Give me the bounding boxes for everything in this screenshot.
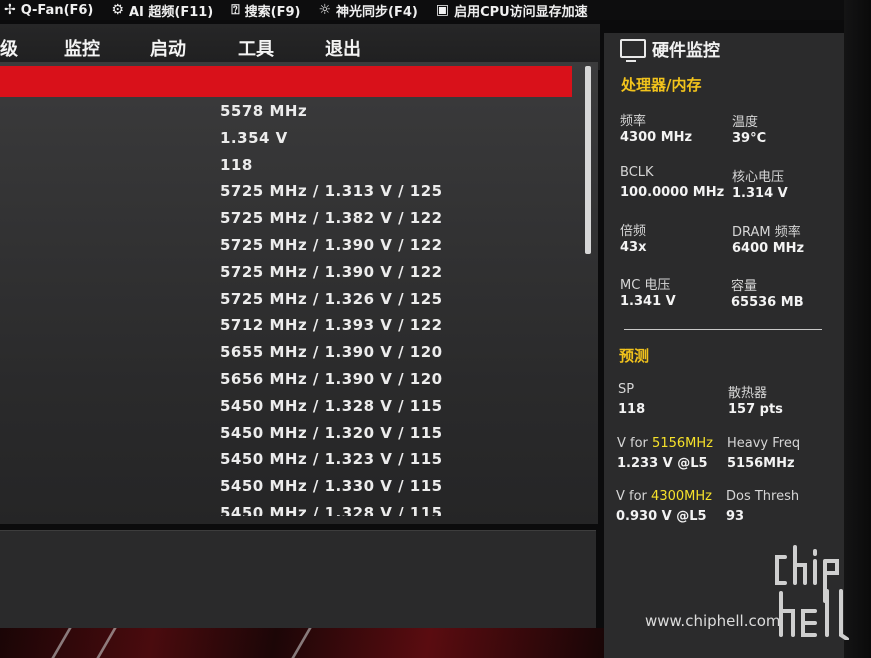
main-content-panel: 5578 MHz 1.354 V 118 5725 MHz / 1.313 V … bbox=[0, 62, 598, 524]
fan-icon: ✢ bbox=[4, 2, 16, 18]
search-label: 搜索(F9) bbox=[244, 4, 301, 20]
prediction-heading: 预测 bbox=[619, 347, 650, 365]
core-voltage-label: 核心电压 bbox=[732, 170, 785, 185]
v-for-heavy-prefix: V for bbox=[617, 436, 653, 451]
resizable-bar-button[interactable]: ▣ 启用CPU访问显存加速 bbox=[436, 1, 588, 20]
value-row: 1.354 V bbox=[220, 128, 288, 147]
ai-overclock-button[interactable]: ⚙ AI 超频(F11) bbox=[111, 1, 213, 20]
menu-tab-advanced[interactable]: 级 bbox=[0, 35, 18, 61]
value-row: 5656 MHz / 1.390 V / 120 bbox=[220, 369, 443, 388]
value-row: 118 bbox=[220, 155, 253, 174]
menu-tab-exit[interactable]: 退出 bbox=[325, 35, 361, 61]
menu-tab-monitor[interactable]: 监控 bbox=[64, 35, 100, 61]
search-button[interactable]: ⍰ 搜索(F9) bbox=[231, 1, 300, 20]
dram-frequency-value: 6400 MHz bbox=[732, 241, 805, 256]
frequency-value: 4300 MHz bbox=[620, 130, 693, 145]
value-row: 5578 MHz bbox=[220, 102, 308, 120]
memory-icon: ▣ bbox=[435, 2, 450, 18]
menu-tab-tool[interactable]: 工具 bbox=[238, 35, 274, 61]
bclk-label: BCLK bbox=[620, 165, 654, 180]
monitor-icon bbox=[620, 39, 646, 62]
sp-label: SP bbox=[618, 382, 635, 397]
value-row: 5450 MHz / 1.328 V / 115 bbox=[220, 503, 443, 516]
v-for-dos-prefix: V for bbox=[616, 489, 652, 504]
v-for-heavy-freq: 5156MHz bbox=[652, 436, 713, 451]
sp-value: 118 bbox=[618, 402, 646, 417]
value-row: 5450 MHz / 1.323 V / 115 bbox=[220, 450, 443, 469]
hardware-monitor-label: 硬件监控 bbox=[652, 41, 720, 61]
temperature-label: 温度 bbox=[732, 115, 759, 130]
ratio-value: 43x bbox=[620, 240, 647, 255]
v-for-dos-label: V for 4300MHz bbox=[616, 489, 712, 504]
value-row: 5725 MHz / 1.390 V / 122 bbox=[220, 262, 443, 281]
mc-voltage-label: MC 电压 bbox=[620, 278, 671, 293]
help-panel bbox=[0, 530, 596, 629]
cooler-label: 散热器 bbox=[728, 386, 768, 401]
chiphell-logo bbox=[775, 545, 849, 640]
cooler-value: 157 pts bbox=[728, 402, 783, 417]
mc-voltage-value: 1.341 V bbox=[620, 294, 676, 309]
dram-frequency-label: DRAM 频率 bbox=[732, 225, 801, 240]
site-watermark: www.chiphell.com bbox=[645, 612, 781, 630]
qfan-button[interactable]: ✢ Q-Fan(F6) bbox=[4, 2, 93, 18]
scrollbar[interactable] bbox=[585, 66, 591, 254]
v-for-dos-value: 0.930 V @L5 bbox=[616, 509, 707, 524]
cpu-memory-heading: 处理器/内存 bbox=[621, 76, 702, 94]
value-row: 5712 MHz / 1.393 V / 122 bbox=[220, 316, 443, 335]
selected-row[interactable] bbox=[0, 66, 572, 97]
core-voltage-value: 1.314 V bbox=[732, 186, 788, 201]
dos-thresh-label: Dos Thresh bbox=[726, 489, 800, 504]
temperature-value: 39°C bbox=[732, 131, 767, 146]
section-divider bbox=[624, 329, 822, 330]
value-list: 5578 MHz 1.354 V 118 5725 MHz / 1.313 V … bbox=[220, 102, 443, 516]
value-row: 5655 MHz / 1.390 V / 120 bbox=[220, 343, 443, 362]
v-for-dos-freq: 4300MHz bbox=[651, 489, 712, 504]
value-row: 5725 MHz / 1.326 V / 125 bbox=[220, 289, 443, 308]
capacity-label: 容量 bbox=[731, 279, 758, 294]
aura-sync-label: 神光同步(F4) bbox=[336, 4, 418, 20]
search-icon: ⍰ bbox=[231, 2, 240, 18]
value-row: 5725 MHz / 1.390 V / 122 bbox=[220, 235, 443, 254]
heavy-freq-value: 5156MHz bbox=[727, 456, 795, 471]
top-toolbar: ✢ Q-Fan(F6) ⚙ AI 超频(F11) ⍰ 搜索(F9) ☼ 神光同步… bbox=[0, 0, 871, 20]
heavy-freq-label: Heavy Freq bbox=[727, 436, 801, 451]
frequency-label: 频率 bbox=[620, 114, 647, 129]
hardware-monitor-title: 硬件监控 bbox=[620, 36, 720, 62]
resizable-bar-label: 启用CPU访问显存加速 bbox=[454, 4, 588, 20]
ai-overclock-label: AI 超频(F11) bbox=[128, 4, 214, 20]
bclk-value: 100.0000 MHz bbox=[620, 185, 725, 200]
ratio-label: 倍频 bbox=[620, 224, 647, 239]
capacity-value: 65536 MB bbox=[731, 295, 804, 310]
aura-sync-button[interactable]: ☼ 神光同步(F4) bbox=[318, 1, 417, 20]
decorative-floor bbox=[0, 628, 610, 658]
value-row: 5450 MHz / 1.330 V / 115 bbox=[220, 477, 443, 496]
value-row: 5725 MHz / 1.313 V / 125 bbox=[220, 182, 443, 201]
sync-light-icon: ☼ bbox=[318, 2, 332, 18]
qfan-label: Q-Fan(F6) bbox=[20, 2, 94, 18]
menu-tab-boot[interactable]: 启动 bbox=[150, 35, 186, 61]
value-row: 5450 MHz / 1.328 V / 115 bbox=[220, 396, 443, 415]
dos-thresh-value: 93 bbox=[726, 509, 745, 524]
value-row: 5450 MHz / 1.320 V / 115 bbox=[220, 423, 443, 442]
v-for-heavy-label: V for 5156MHz bbox=[617, 436, 713, 451]
ai-chip-icon: ⚙ bbox=[111, 2, 124, 18]
value-row: 5725 MHz / 1.382 V / 122 bbox=[220, 209, 443, 228]
v-for-heavy-value: 1.233 V @L5 bbox=[617, 456, 708, 471]
